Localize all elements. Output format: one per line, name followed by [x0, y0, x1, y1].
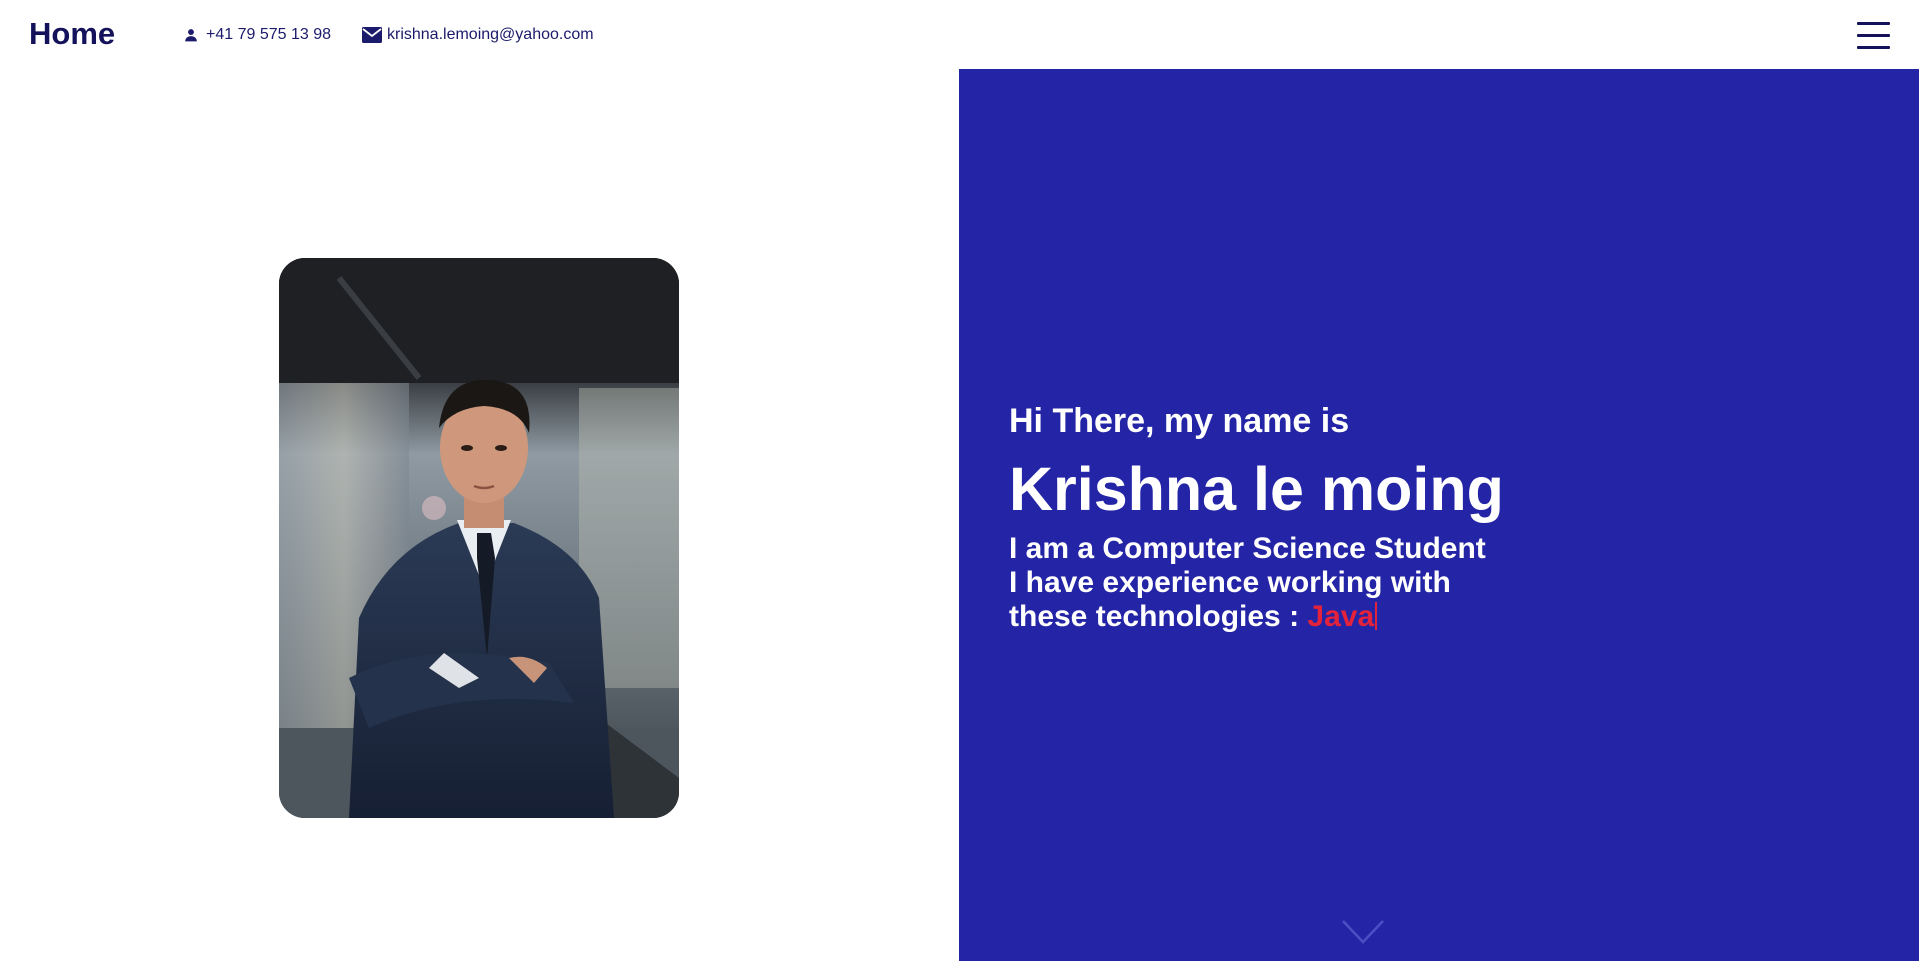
intro-pane: Hi There, my name is Krishna le moing I … — [959, 69, 1919, 961]
bio-line: I am a Computer Science Student — [1009, 532, 1486, 565]
person-name: Krishna le moing — [1009, 455, 1504, 523]
person-icon — [181, 25, 201, 45]
bio-text: I am a Computer Science Student I have e… — [1009, 532, 1486, 634]
chevron-down-icon[interactable] — [1342, 920, 1384, 944]
photo-pane — [0, 69, 959, 961]
menu-bar — [1857, 22, 1890, 25]
bio-line-prefix: these technologies : — [1009, 600, 1308, 633]
top-header: Home +41 79 575 13 98 krishna.lemoing@ya… — [0, 0, 1919, 69]
profile-photo — [279, 258, 679, 818]
typed-technology: Java — [1307, 600, 1375, 633]
hamburger-menu-icon[interactable] — [1857, 22, 1890, 50]
phone-number: +41 79 575 13 98 — [206, 26, 332, 43]
menu-bar — [1857, 46, 1890, 49]
home-link[interactable]: Home — [29, 16, 115, 52]
greeting-text: Hi There, my name is — [1009, 402, 1350, 440]
typing-cursor — [1375, 602, 1378, 630]
email-contact: krishna.lemoing@yahoo.com — [362, 25, 594, 45]
bio-line: I have experience working with — [1009, 566, 1451, 599]
phone-contact: +41 79 575 13 98 — [181, 25, 331, 45]
menu-bar — [1857, 34, 1890, 37]
envelope-icon — [362, 25, 382, 45]
email-address: krishna.lemoing@yahoo.com — [387, 26, 594, 43]
bio-line-tech: these technologies : Java — [1009, 600, 1486, 634]
